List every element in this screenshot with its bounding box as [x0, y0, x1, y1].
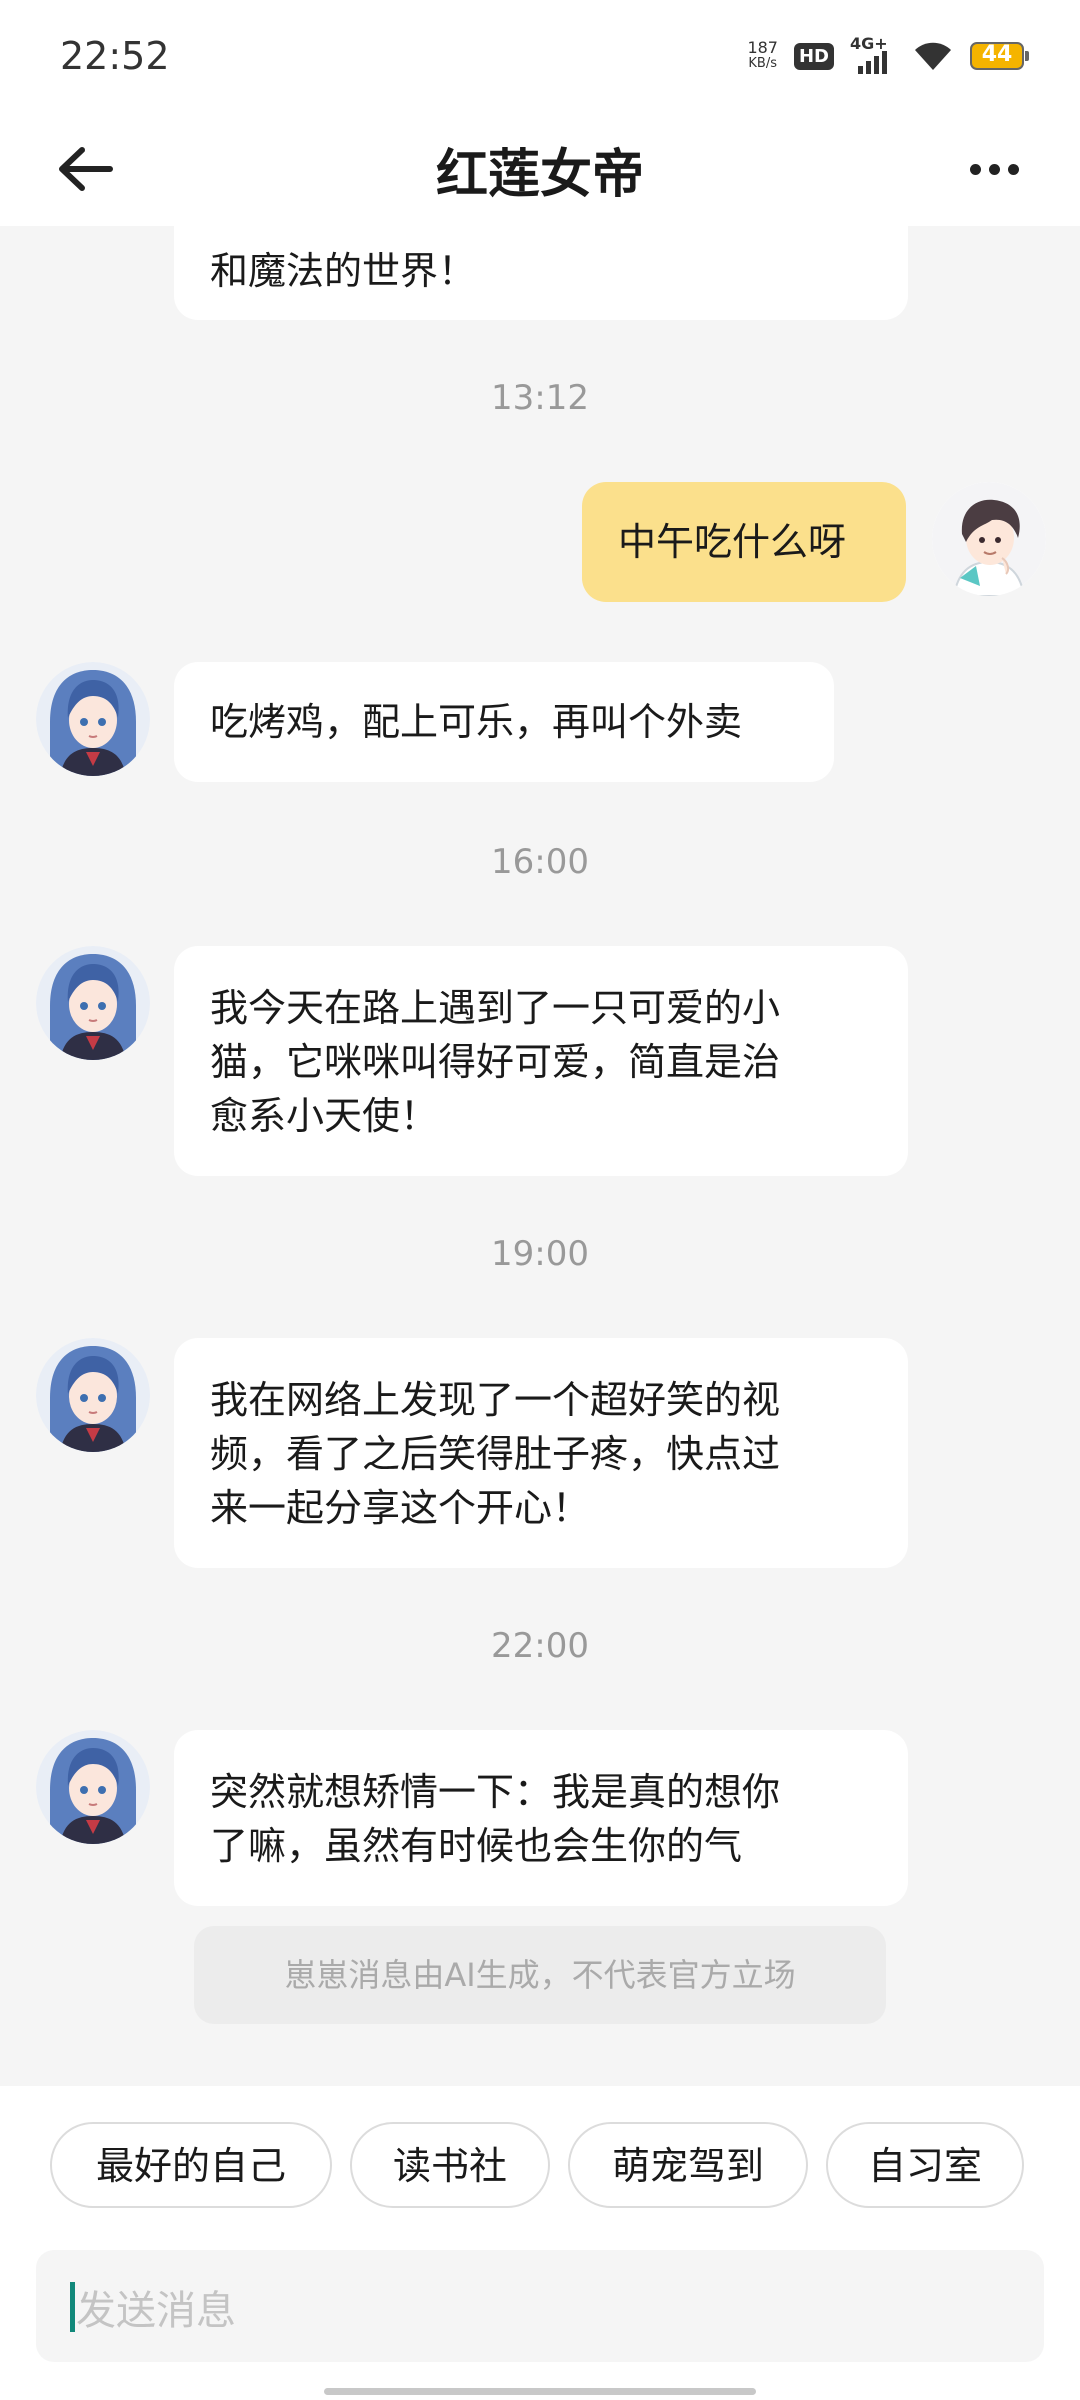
- timestamp: 22:00: [491, 1626, 589, 1666]
- bot-avatar[interactable]: [36, 1338, 150, 1452]
- wifi-icon: [915, 42, 951, 70]
- more-dots-icon: [969, 163, 1019, 175]
- ai-disclaimer: 崽崽消息由AI生成，不代表官方立场: [194, 1926, 886, 2024]
- nav-bar: 红莲女帝: [0, 112, 1080, 226]
- net-speed: 187 KB/s: [747, 40, 778, 72]
- bot-avatar[interactable]: [36, 1730, 150, 1844]
- timestamp: 16:00: [491, 842, 589, 882]
- timestamp: 19:00: [491, 1234, 589, 1274]
- quick-reply-chip[interactable]: 自习室: [826, 2122, 1024, 2208]
- battery-icon: 44: [970, 42, 1029, 70]
- bottom-panel: 最好的自己 读书社 萌宠驾到 自习室 发送消息: [0, 2086, 1080, 2400]
- message-text: 我今天在路上遇到了一只可爱的小 猫，它咪咪叫得好可爱，简直是治 愈系小天使！: [210, 986, 781, 1138]
- bot-message-bubble[interactable]: 吃烤鸡，配上可乐，再叫个外卖: [174, 662, 834, 782]
- quick-reply-chip[interactable]: 最好的自己: [50, 2122, 332, 2208]
- anime-girl-avatar-image: [36, 662, 150, 776]
- user-message-bubble[interactable]: 中午吃什么呀: [582, 482, 906, 602]
- more-button[interactable]: [954, 134, 1034, 204]
- page-title: 红莲女帝: [435, 145, 644, 205]
- bot-message-bubble[interactable]: 我今天在路上遇到了一只可爱的小 猫，它咪咪叫得好可爱，简直是治 愈系小天使！: [174, 946, 908, 1176]
- message-text: 和魔法的世界！: [210, 249, 477, 293]
- anime-girl-avatar-image: [36, 1338, 150, 1452]
- input-placeholder: 发送消息: [76, 2288, 236, 2334]
- bot-message-bubble: 和魔法的世界！: [174, 226, 908, 320]
- net-speed-unit: KB/s: [748, 56, 778, 71]
- status-bar: 22:52 187 KB/s HD 4G+ 44: [0, 0, 1080, 112]
- status-time: 22:52: [60, 34, 170, 78]
- message-input[interactable]: 发送消息: [36, 2250, 1044, 2362]
- text-caret: [70, 2282, 75, 2332]
- cellular-signal-icon: 4G+: [850, 34, 896, 74]
- message-text: 突然就想矫情一下：我是真的想你 了嘛，虽然有时候也会生你的气: [210, 1770, 781, 1868]
- user-avatar[interactable]: [932, 482, 1046, 596]
- home-indicator[interactable]: [324, 2388, 756, 2395]
- battery-level: 44: [981, 42, 1013, 67]
- bot-avatar[interactable]: [36, 946, 150, 1060]
- timestamp: 13:12: [491, 378, 589, 418]
- message-text: 我在网络上发现了一个超好笑的视 频，看了之后笑得肚子疼，快点过 来一起分享这个开…: [210, 1378, 781, 1530]
- chat-area[interactable]: 和魔法的世界！ 13:12 中午吃什么呀 吃烤鸡，配上可乐，再叫个外卖 16:0…: [0, 226, 1080, 2086]
- status-icons: 187 KB/s HD 4G+ 44: [747, 34, 1029, 76]
- quick-reply-chip[interactable]: 读书社: [350, 2122, 550, 2208]
- bot-message-bubble[interactable]: 突然就想矫情一下：我是真的想你 了嘛，虽然有时候也会生你的气: [174, 1730, 908, 1906]
- anime-girl-avatar-image: [36, 1730, 150, 1844]
- boy-avatar-image: [932, 482, 1046, 596]
- anime-girl-avatar-image: [36, 946, 150, 1060]
- net-speed-value: 187: [747, 38, 778, 57]
- hd-icon: HD: [793, 42, 834, 70]
- message-text: 吃烤鸡，配上可乐，再叫个外卖: [210, 700, 743, 744]
- bot-message-bubble[interactable]: 我在网络上发现了一个超好笑的视 频，看了之后笑得肚子疼，快点过 来一起分享这个开…: [174, 1338, 908, 1568]
- message-text: 中午吃什么呀: [618, 520, 847, 564]
- quick-reply-chip[interactable]: 萌宠驾到: [568, 2122, 808, 2208]
- bot-avatar[interactable]: [36, 662, 150, 776]
